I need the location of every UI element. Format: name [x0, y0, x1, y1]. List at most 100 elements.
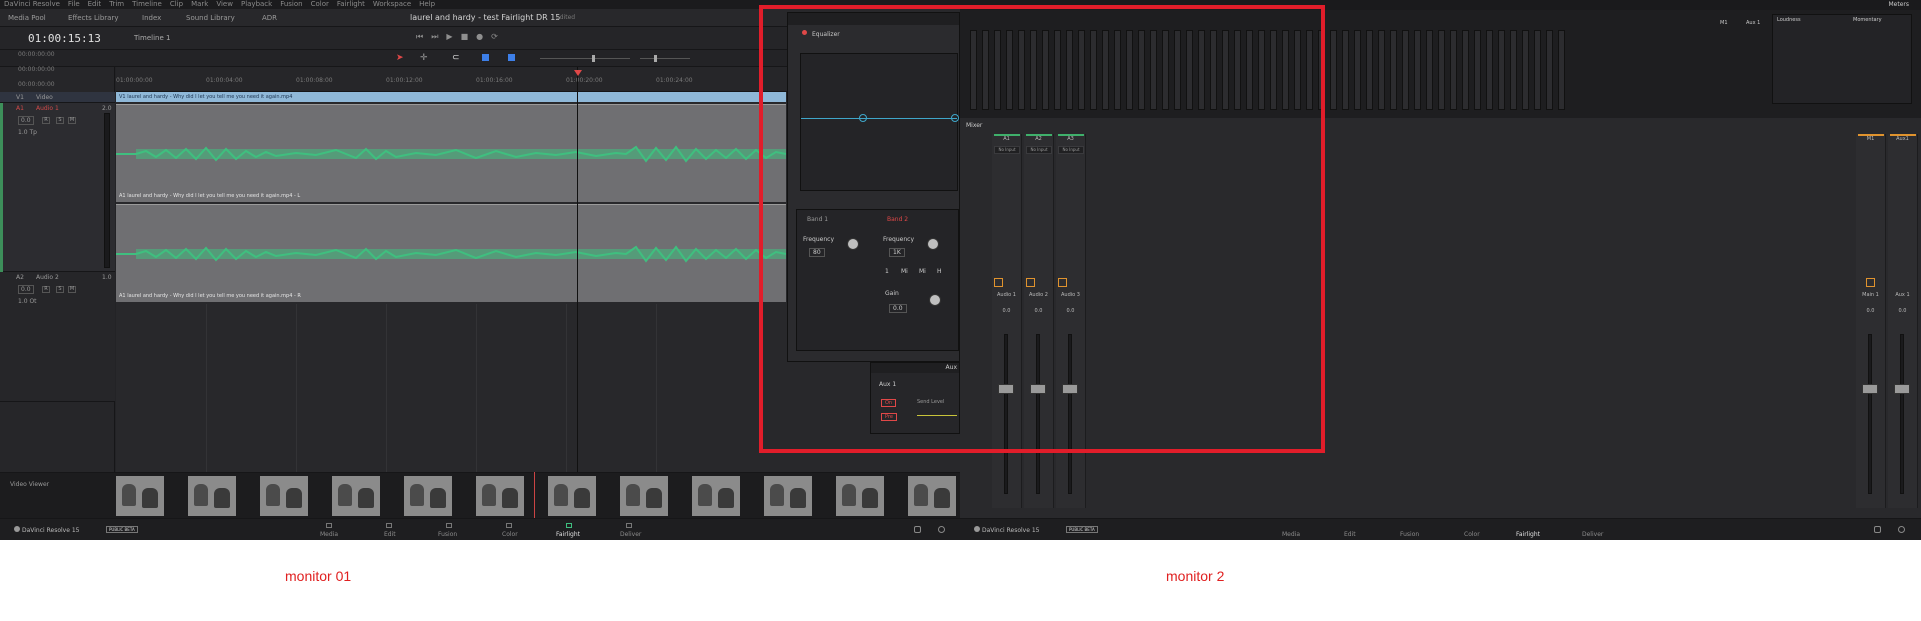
- marker-blue-icon[interactable]: [508, 54, 515, 61]
- band-2-label[interactable]: Band 2: [887, 216, 908, 223]
- aux-send-window[interactable]: Aux Aux 1 On Pre Send Level: [870, 362, 960, 434]
- track-header-a2[interactable]: A2 Audio 2 1.0 0.0 R S M 1.0 Ot: [0, 272, 115, 402]
- band-2-gain-knob[interactable]: [929, 294, 941, 306]
- page-tab-fusion[interactable]: Fusion: [1400, 531, 1419, 538]
- aux-on-button[interactable]: On: [881, 399, 897, 407]
- page-tab-edit[interactable]: Edit: [1344, 531, 1356, 538]
- page-tab-media[interactable]: Media: [320, 531, 338, 538]
- audio-clip-left[interactable]: A1 laurel and hardy - Why did I let you …: [116, 104, 786, 202]
- input-select[interactable]: No Input: [1058, 146, 1084, 154]
- page-tab-color[interactable]: Color: [502, 531, 518, 538]
- record-icon[interactable]: ●: [476, 32, 483, 42]
- page-tab-deliver[interactable]: Deliver: [620, 531, 641, 538]
- zoom-slider-track[interactable]: [540, 58, 630, 59]
- media-pool-button[interactable]: Media Pool: [8, 14, 46, 22]
- fader-knob[interactable]: [1030, 384, 1046, 394]
- fader-track[interactable]: [1036, 334, 1040, 494]
- snapping-icon[interactable]: ⊂: [452, 53, 460, 63]
- video-clip[interactable]: V1 laurel and hardy - Why did I let you …: [116, 92, 786, 102]
- media-page-icon[interactable]: [326, 523, 332, 528]
- track-name-a1[interactable]: Audio 1: [36, 105, 59, 112]
- menu-item-fusion[interactable]: Fusion: [280, 0, 302, 9]
- band-2-q-3[interactable]: Mi: [919, 268, 926, 275]
- home-icon[interactable]: [914, 526, 921, 533]
- fairlight-page-icon[interactable]: [566, 523, 572, 528]
- edit-page-icon[interactable]: [386, 523, 392, 528]
- color-page-icon[interactable]: [506, 523, 512, 528]
- deliver-page-icon[interactable]: [626, 523, 632, 528]
- loop-icon[interactable]: ⟳: [491, 32, 498, 42]
- effects-library-button[interactable]: Effects Library: [68, 14, 119, 22]
- menu-item-clip[interactable]: Clip: [170, 0, 183, 9]
- playhead[interactable]: [577, 67, 578, 472]
- mute-button-a1[interactable]: M: [68, 117, 76, 124]
- fader-track[interactable]: [1868, 334, 1872, 494]
- eq-band-1-node[interactable]: [859, 114, 867, 122]
- page-tab-deliver[interactable]: Deliver: [1582, 531, 1603, 538]
- settings-gear-icon[interactable]: [938, 526, 945, 533]
- fast-forward-icon[interactable]: ⏭: [431, 32, 438, 42]
- fader-track[interactable]: [1004, 334, 1008, 494]
- stop-icon[interactable]: ■: [461, 32, 469, 42]
- input-select[interactable]: No Input: [1026, 146, 1052, 154]
- track-header-v1[interactable]: V1 Video: [0, 92, 115, 103]
- track-volume-a2[interactable]: 0.0: [18, 285, 34, 294]
- flag-blue-icon[interactable]: [482, 54, 489, 61]
- band-2-frequency-value[interactable]: 1K: [889, 248, 905, 257]
- band-1-frequency-value[interactable]: 80: [809, 248, 825, 257]
- menu-item-playback[interactable]: Playback: [241, 0, 272, 9]
- input-select[interactable]: No Input: [994, 146, 1020, 154]
- menu-item-edit[interactable]: Edit: [88, 0, 102, 9]
- menu-item-timeline[interactable]: Timeline: [132, 0, 162, 9]
- bus-assign-box[interactable]: [1026, 278, 1035, 287]
- solo-button-a2[interactable]: S: [56, 286, 64, 293]
- band-2-gain-value[interactable]: 0.0: [889, 304, 907, 313]
- playhead-marker-icon[interactable]: [574, 70, 582, 76]
- eq-enable-icon[interactable]: [802, 30, 807, 35]
- menu-item-fairlight[interactable]: Fairlight: [337, 0, 365, 9]
- fusion-page-icon[interactable]: [446, 523, 452, 528]
- zoom-slider-knob[interactable]: [592, 55, 595, 62]
- record-arm-button-a1[interactable]: R: [42, 117, 50, 124]
- solo-button-a1[interactable]: S: [56, 117, 64, 124]
- aux-window-titlebar[interactable]: Aux: [871, 363, 959, 373]
- height-slider-knob[interactable]: [654, 55, 657, 62]
- selection-pointer-icon[interactable]: ➤: [396, 53, 404, 63]
- band-2-q-4[interactable]: H: [937, 268, 942, 275]
- mute-button-a2[interactable]: M: [68, 286, 76, 293]
- sound-library-button[interactable]: Sound Library: [186, 14, 235, 22]
- band-1-frequency-knob[interactable]: [847, 238, 859, 250]
- audio-clip-right[interactable]: A1 laurel and hardy - Why did I let you …: [116, 204, 786, 302]
- page-tab-media[interactable]: Media: [1282, 531, 1300, 538]
- adr-button[interactable]: ADR: [262, 14, 277, 22]
- eq-graph[interactable]: [800, 53, 959, 191]
- timeline-selector[interactable]: Timeline 1: [134, 34, 170, 42]
- height-slider-track[interactable]: [640, 58, 690, 59]
- band-2-q-1[interactable]: 1: [885, 268, 889, 275]
- page-tab-color[interactable]: Color: [1464, 531, 1480, 538]
- track-header-a1[interactable]: A1 Audio 1 2.0 0.0 R S M 1.0 Tp: [0, 103, 115, 272]
- menu-item-trim[interactable]: Trim: [109, 0, 124, 9]
- fader-knob[interactable]: [1862, 384, 1878, 394]
- page-tab-fairlight[interactable]: Fairlight: [556, 531, 580, 538]
- menu-item-mark[interactable]: Mark: [191, 0, 208, 9]
- band-2-q-2[interactable]: Mi: [901, 268, 908, 275]
- equalizer-window[interactable]: Equalizer Band 1 Band 2 Frequency 80 Fre…: [787, 12, 960, 362]
- fader-track[interactable]: [1900, 334, 1904, 494]
- menu-item-help[interactable]: Help: [419, 0, 435, 9]
- play-icon[interactable]: ▶: [446, 32, 452, 42]
- bus-assign-box[interactable]: [1058, 278, 1067, 287]
- rewind-icon[interactable]: ⏮: [416, 32, 423, 42]
- range-select-icon[interactable]: ✛: [420, 53, 428, 63]
- menu-item-workspace[interactable]: Workspace: [373, 0, 411, 9]
- track-name-a2[interactable]: Audio 2: [36, 274, 59, 281]
- record-arm-button-a2[interactable]: R: [42, 286, 50, 293]
- bus-assign-box[interactable]: [1866, 278, 1875, 287]
- page-tab-edit[interactable]: Edit: [384, 531, 396, 538]
- home-icon[interactable]: [1874, 526, 1881, 533]
- menu-item-davinci[interactable]: DaVinci Resolve: [4, 0, 60, 9]
- menu-item-file[interactable]: File: [68, 0, 80, 9]
- fader-track[interactable]: [1068, 334, 1072, 494]
- index-button[interactable]: Index: [142, 14, 161, 22]
- menu-item-view[interactable]: View: [216, 0, 233, 9]
